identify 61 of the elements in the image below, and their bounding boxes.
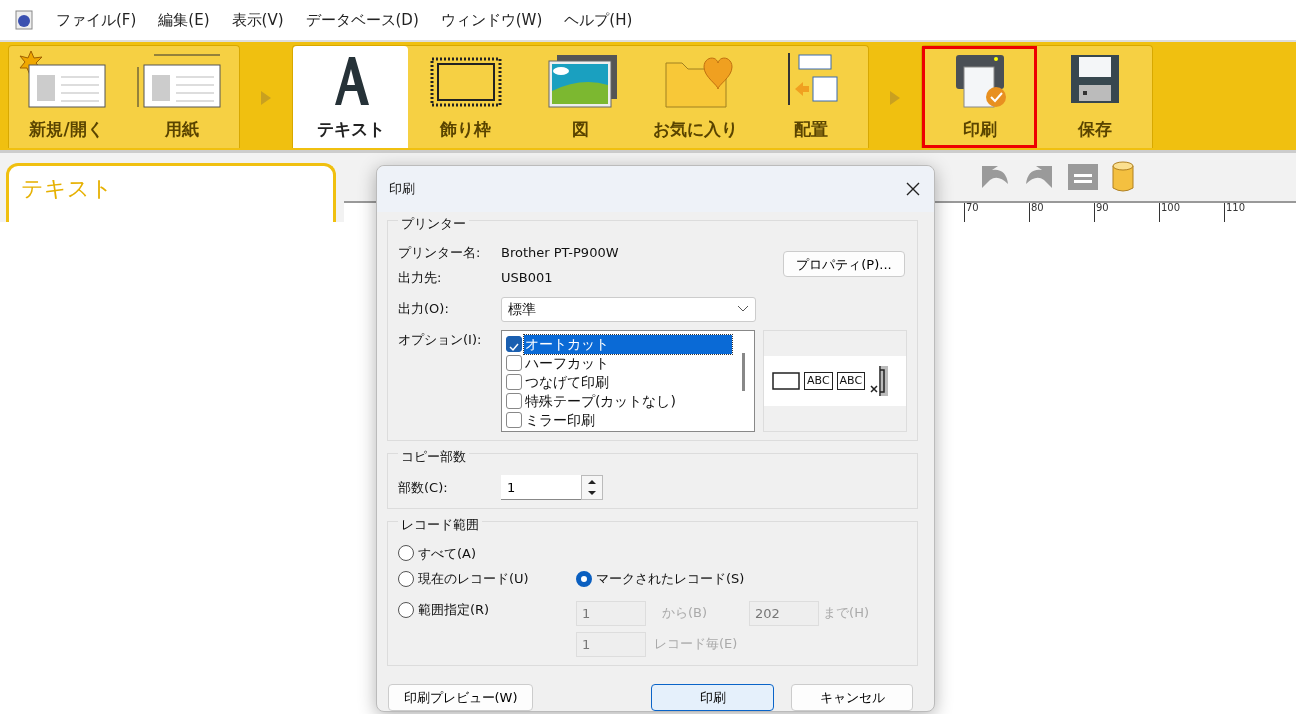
dialog-title: 印刷 [389,180,415,199]
options-list[interactable]: オートカット ハーフカット つなげて印刷 特殊テープ(カットなし) ミラー印刷 [501,329,755,432]
label-preview: ABC [836,371,866,390]
ruler-label: 70 [964,203,1029,222]
dialog-button[interactable]: キャンセル [791,683,913,711]
arrow-icon [261,90,271,105]
panel-title: テキスト [21,175,114,203]
output-dropdown[interactable]: 標準 [501,296,756,322]
ribbon-tab[interactable]: お気に入り [638,46,753,148]
field-label: 出力(O): [398,300,450,319]
ribbon-tab[interactable]: 配置 [753,46,868,148]
dialog-button[interactable]: 印刷 [651,683,774,711]
ruler-label: 110 [1224,203,1289,222]
menu-item[interactable]: ウィンドウ(W) [440,8,543,32]
ribbon-tab[interactable]: 飾り枠 [408,46,523,148]
ribbon-tab[interactable]: 新規/開く [9,46,124,148]
ruler-label: 80 [1029,203,1094,222]
spin-buttons[interactable] [581,475,603,500]
label-preview: ABC [804,371,833,390]
menu-item[interactable]: 編集(E) [158,8,210,32]
dialog-button[interactable]: 印刷プレビュー(W) [388,683,533,711]
properties-button[interactable]: プロパティ(P)... [783,250,905,277]
option-item[interactable]: オートカット [524,334,732,354]
ribbon-tab[interactable]: 保存 [1037,46,1152,148]
field-label: 部数(C): [398,478,449,497]
database-icon[interactable] [1110,160,1136,194]
option-item[interactable]: 特殊テープ(カットなし) [524,391,732,411]
close-icon[interactable] [906,182,920,196]
field-label: オプション(I): [398,330,483,349]
list-icon[interactable] [1066,162,1100,192]
field-value: Brother PT-P900W [501,243,619,262]
checkbox[interactable] [506,374,522,390]
ruler-label: 90 [1094,203,1159,222]
menu-item[interactable]: ヘルプ(H) [564,8,633,32]
ruler-label: 100 [1159,203,1224,222]
menu-item[interactable]: データベース(D) [305,8,419,32]
copies-input[interactable]: 1 [501,475,581,500]
field-label: 出力先: [398,268,443,287]
app-icon [14,10,34,30]
menu-item[interactable]: ファイル(F) [56,8,137,32]
scrollbar-thumb[interactable] [741,352,745,391]
arrow-icon [890,90,900,105]
ribbon-tab[interactable]: テキスト [293,46,408,148]
field-value: USB001 [501,268,553,287]
checkbox[interactable] [506,355,522,371]
ribbon-tab[interactable]: 用紙 [124,46,239,148]
ribbon-tab[interactable]: 図 [523,46,638,148]
chevron-icon [737,305,749,313]
option-item[interactable]: つなげて印刷 [524,372,732,392]
field-label: プリンター名: [398,243,482,262]
checkbox[interactable] [506,412,522,428]
cut-mark-icon [869,363,890,398]
option-item[interactable]: ミラー印刷 [524,410,732,430]
field-label: まで(H) [823,604,869,623]
checkbox[interactable] [506,336,522,352]
ribbon-tab[interactable]: 印刷 [922,46,1037,148]
field-label: から(B) [662,604,708,623]
option-item[interactable]: ハーフカット [524,353,732,373]
menu-item[interactable]: 表示(V) [231,8,284,32]
blank-label-icon [772,371,800,390]
checkbox[interactable] [506,393,522,409]
